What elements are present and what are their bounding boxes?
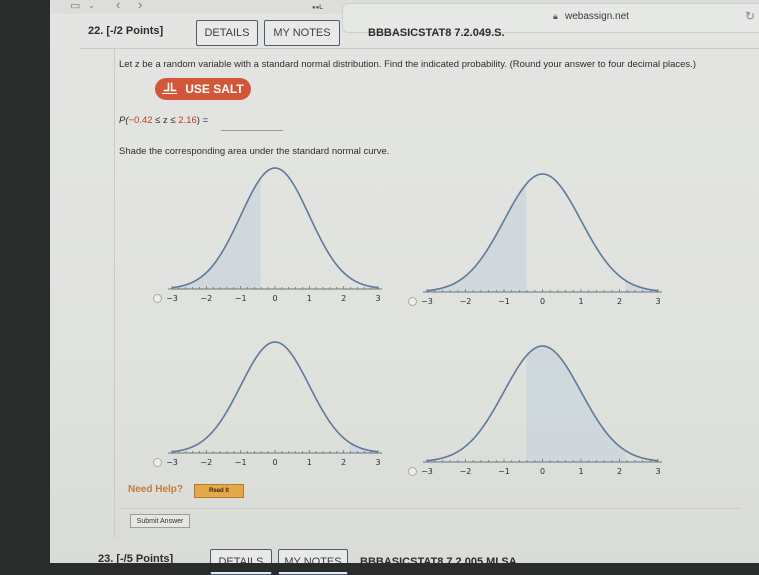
question-code: BBBASICSTAT8 7.2.049.S. (368, 27, 505, 39)
question-points: [-/2 Points] (106, 25, 164, 37)
x-tick-label: −1 (235, 458, 247, 467)
x-tick-label: 0 (540, 467, 545, 476)
salt-icon: ᒧᒪ (162, 82, 178, 94)
x-tick-label: 2 (617, 297, 622, 306)
screen-bezel (0, 563, 759, 572)
chevron-right-icon[interactable]: › (138, 0, 142, 11)
normal-curve-line (171, 167, 379, 289)
x-tick-label: −2 (460, 467, 472, 476)
use-salt-label: USE SALT (185, 82, 244, 96)
shaded-region (172, 178, 261, 289)
x-tick-label: 1 (578, 467, 583, 476)
normal-curve-svg: −3 −2 −1 0 1 2 3 (166, 167, 382, 303)
x-tick-label: 1 (578, 297, 583, 306)
x-tick-label: 3 (375, 294, 380, 303)
normal-curve-line (171, 341, 379, 453)
answer-input[interactable] (221, 114, 283, 131)
normal-curve-option-3[interactable]: −3 −2 −1 0 1 2 3 (150, 336, 390, 481)
chevron-left-icon[interactable]: ‹ (116, 0, 120, 11)
sidebar-icon[interactable]: ▭ (70, 0, 80, 12)
shaded-region (526, 346, 626, 462)
x-tick-label: −2 (200, 458, 212, 467)
x-tick-label: 0 (272, 294, 277, 303)
question-number: 22. [-/2 Points] (88, 25, 164, 37)
prob-upper: 2.16 (178, 115, 197, 126)
option-radio[interactable] (408, 297, 417, 306)
read-it-button[interactable]: Read It (194, 484, 244, 498)
normal-curve-line (426, 173, 659, 292)
x-tick-label: 2 (341, 458, 346, 467)
submit-answer-button[interactable]: Submit Answer (130, 514, 190, 528)
normal-curve-svg: −3 −2 −1 0 1 2 3 (421, 173, 662, 306)
need-help-label: Need Help? (128, 484, 184, 495)
details-button[interactable]: DETAILS (196, 20, 258, 46)
option-radio[interactable] (153, 294, 162, 303)
x-tick-label: 1 (307, 294, 312, 303)
x-tick-label: −2 (460, 297, 472, 306)
x-tick-label: 3 (655, 297, 660, 306)
x-tick-label: 2 (617, 467, 622, 476)
question-prompt: Let z be a random variable with a standa… (119, 59, 696, 70)
x-tick-label: −3 (421, 467, 433, 476)
x-tick-label: 0 (272, 458, 277, 467)
option-radio[interactable] (408, 467, 417, 476)
normal-curve-svg: −3 −2 −1 0 1 2 3 (421, 345, 662, 476)
x-tick-label: 3 (375, 458, 380, 467)
chevron-down-icon[interactable]: ⌄ (88, 0, 95, 12)
question-header: 22. [-/2 Points] DETAILS MY NOTES BBBASI… (80, 18, 759, 49)
option-radio[interactable] (153, 458, 162, 467)
x-tick-label: 2 (341, 294, 346, 303)
normal-curve-svg: −3 −2 −1 0 1 2 3 (166, 341, 382, 467)
normal-curve-option-2[interactable]: −3 −2 −1 0 1 2 3 (405, 168, 670, 320)
use-salt-button[interactable]: ᒧᒪ USE SALT (155, 78, 251, 100)
x-tick-label: 0 (540, 297, 545, 306)
x-tick-label: −1 (498, 297, 510, 306)
x-tick-label: 3 (655, 467, 660, 476)
tab-dots-icon: ●●L (312, 5, 323, 11)
x-tick-label: −3 (166, 458, 178, 467)
probability-expression: P(−0.42 ≤ z ≤ 2.16) = (119, 115, 209, 126)
x-tick-label: −1 (235, 294, 247, 303)
x-tick-label: −3 (421, 297, 433, 306)
x-tick-label: 1 (307, 458, 312, 467)
shade-instruction: Shade the corresponding area under the s… (119, 146, 390, 157)
submit-area: Submit Answer (120, 508, 740, 539)
shaded-region (427, 183, 527, 292)
prob-lower: −0.42 (128, 115, 153, 126)
normal-curve-option-4[interactable]: −3 −2 −1 0 1 2 3 (405, 340, 670, 490)
normal-curve-option-1[interactable]: −3 −2 −1 0 1 2 3 (150, 162, 390, 317)
browser-screen: ▭ ⌄ ‹ › ●●L 🔒︎ webassign.net ↻ 22. [-/2 … (50, 0, 759, 575)
x-tick-label: −2 (200, 294, 212, 303)
my-notes-button[interactable]: MY NOTES (264, 20, 340, 46)
x-tick-label: −3 (166, 294, 178, 303)
x-tick-label: −1 (498, 467, 510, 476)
